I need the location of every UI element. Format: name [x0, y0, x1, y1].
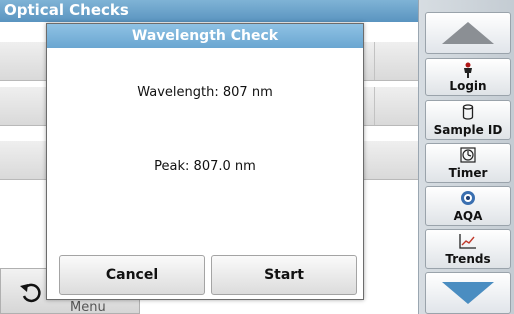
background-title-bar: Optical Checks: [0, 0, 418, 22]
background-menu-label: Menu: [70, 300, 106, 314]
login-label: Login: [449, 79, 487, 93]
login-button[interactable]: Login: [425, 58, 511, 96]
cancel-button[interactable]: Cancel: [59, 255, 205, 295]
sample-id-label: Sample ID: [433, 123, 503, 137]
timer-button[interactable]: Timer: [425, 143, 511, 183]
wavelength-value: Wavelength: 807 nm: [137, 85, 273, 100]
trend-chart-icon: [426, 232, 510, 250]
aqa-label: AQA: [453, 209, 483, 223]
right-sidebar: Login Sample ID Timer AQA Trends: [418, 0, 514, 314]
screen: Optical Checks Menu Login Sample ID Time…: [0, 0, 514, 314]
aqa-button[interactable]: AQA: [425, 186, 511, 226]
timer-icon: [426, 146, 510, 164]
background-title: Optical Checks: [4, 1, 129, 19]
triangle-down-icon: [442, 282, 494, 304]
aqa-icon: [426, 189, 510, 207]
scroll-down-button[interactable]: [425, 272, 511, 314]
dialog-title: Wavelength Check: [47, 24, 363, 48]
wavelength-check-dialog: Wavelength Check Wavelength: 807 nm Peak…: [46, 23, 364, 300]
triangle-up-icon: [442, 22, 494, 44]
peak-value: Peak: 807.0 nm: [154, 159, 256, 174]
cylinder-icon: [426, 103, 510, 121]
start-button[interactable]: Start: [211, 255, 357, 295]
trends-button[interactable]: Trends: [425, 229, 511, 269]
sample-id-button[interactable]: Sample ID: [425, 100, 511, 140]
scroll-up-button[interactable]: [425, 12, 511, 54]
person-icon: [426, 61, 510, 79]
timer-label: Timer: [448, 166, 488, 180]
back-arrow-icon: [20, 283, 41, 303]
trends-label: Trends: [445, 252, 491, 266]
